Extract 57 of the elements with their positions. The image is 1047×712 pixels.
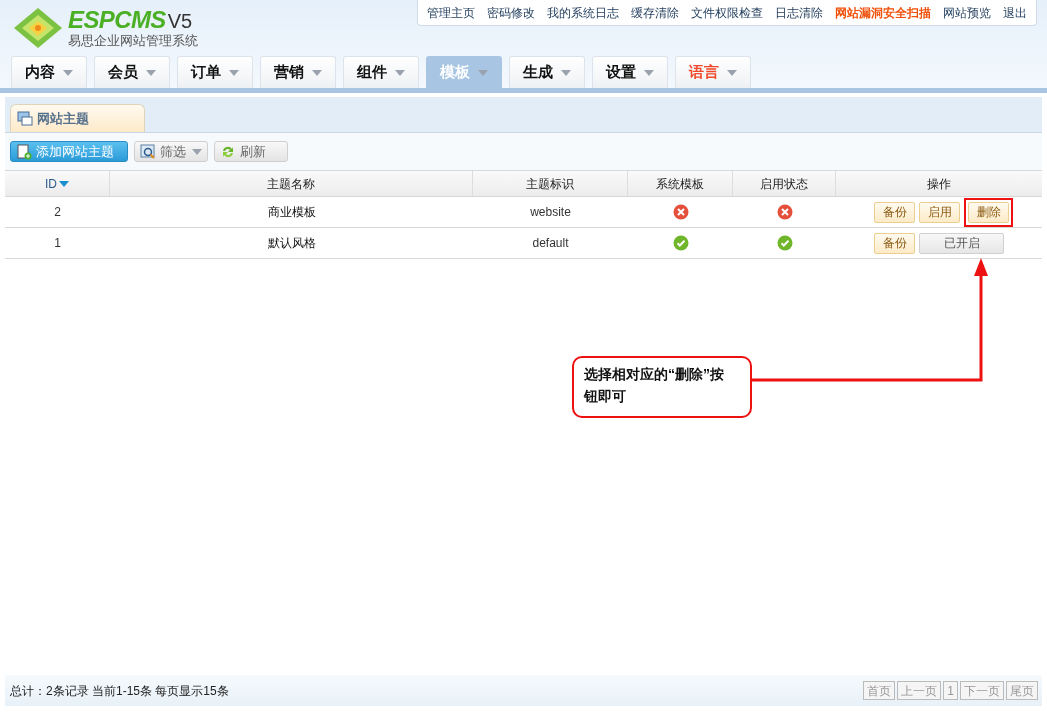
annotation-callout: 选择相对应的“删除”按钮即可 — [572, 356, 752, 418]
logo-subtitle: 易思企业网站管理系统 — [68, 33, 198, 47]
caret-icon — [395, 69, 405, 76]
document-add-icon — [16, 143, 32, 160]
column-header: 主题名称 — [110, 171, 473, 196]
logo-icon — [12, 6, 64, 48]
table-cell-text: 默认风格 — [266, 235, 317, 252]
caret-icon — [644, 69, 654, 76]
table-cell-text: 商业模板 — [266, 204, 317, 221]
table-cell-text: default — [531, 235, 570, 252]
search-icon — [140, 143, 156, 160]
top-link[interactable]: 网站漏洞安全扫描 — [829, 3, 937, 22]
action-button[interactable]: 启用 — [919, 201, 960, 223]
caret-icon — [229, 69, 239, 76]
nav-tab[interactable]: 内容 — [11, 56, 87, 88]
top-link[interactable]: 我的系统日志 — [541, 3, 625, 22]
top-link[interactable]: 退出 — [997, 3, 1033, 22]
column-header: 启用状态 — [733, 171, 836, 196]
table-cell-text: 2 — [53, 204, 62, 221]
top-link[interactable]: 网站预览 — [937, 3, 997, 22]
nav-tab[interactable]: 生成 — [509, 56, 585, 88]
sort-descending-icon — [59, 180, 69, 187]
record-summary: 总计：2条记录 当前1-15条 每页显示15条 — [10, 682, 229, 700]
caret-icon — [561, 69, 571, 76]
column-header[interactable]: ID — [5, 171, 110, 196]
toolbar-button[interactable]: 刷新 — [214, 141, 288, 162]
table-cell-text: website — [529, 204, 572, 221]
panel-tab-label: 网站主题 — [37, 109, 89, 128]
nav-tab[interactable]: 订单 — [177, 56, 253, 88]
window-icon — [17, 111, 33, 126]
caret-icon — [63, 69, 73, 76]
panel-tab[interactable]: 网站主题 — [10, 104, 145, 132]
column-header: 主题标识 — [473, 171, 628, 196]
column-header: 系统模板 — [628, 171, 733, 196]
action-button[interactable]: 备份 — [874, 232, 915, 254]
nav-tab[interactable]: 营销 — [260, 56, 336, 88]
top-link[interactable]: 管理主页 — [421, 3, 481, 22]
nav-tab[interactable]: 会员 — [94, 56, 170, 88]
top-link[interactable]: 缓存清除 — [625, 3, 685, 22]
top-link[interactable]: 日志清除 — [769, 3, 829, 22]
action-button[interactable]: 备份 — [874, 201, 915, 223]
top-link[interactable]: 文件权限检查 — [685, 3, 769, 22]
logo-version: V5 — [167, 10, 193, 31]
table-cell-text: 1 — [53, 235, 62, 252]
caret-icon — [478, 69, 488, 76]
column-header: 操作 — [926, 175, 952, 193]
caret-icon — [727, 69, 737, 76]
caret-icon — [312, 69, 322, 76]
nav-tab[interactable]: 语言 — [675, 56, 751, 88]
toolbar-button[interactable]: 筛选 — [134, 141, 208, 162]
nav-tab[interactable]: 组件 — [343, 56, 419, 88]
caret-icon — [146, 69, 156, 76]
top-link[interactable]: 密码修改 — [481, 3, 541, 22]
action-button[interactable]: 删除 — [968, 201, 1009, 223]
logo-brand: ESPCMS — [68, 7, 166, 32]
nav-tab[interactable]: 设置 — [592, 56, 668, 88]
caret-icon — [192, 148, 202, 155]
